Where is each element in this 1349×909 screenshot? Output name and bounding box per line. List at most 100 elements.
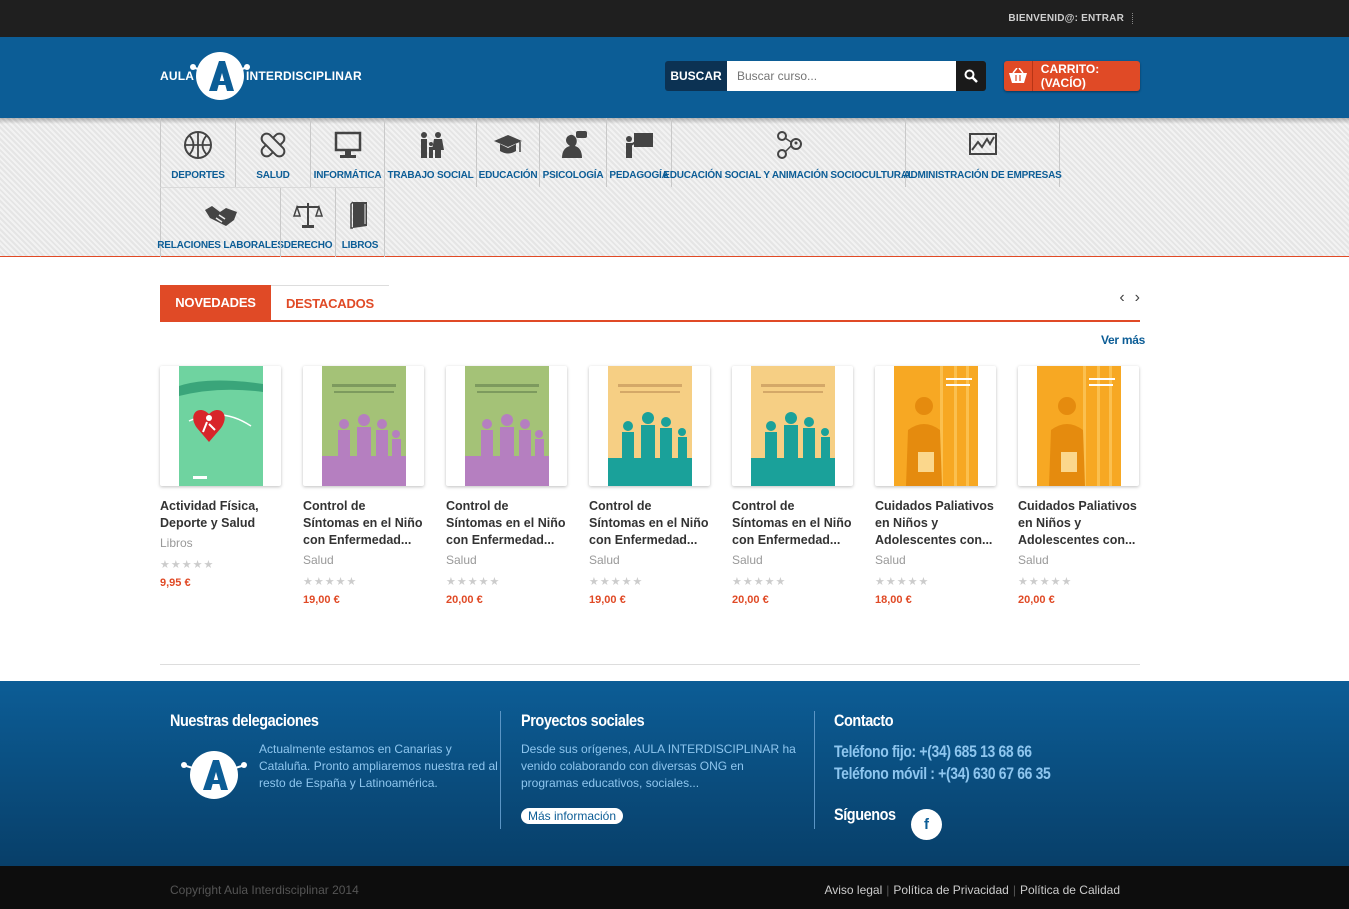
product-category: Salud (589, 553, 620, 567)
footer-divider (814, 711, 815, 829)
scales-icon (293, 203, 323, 228)
head-speech-icon (562, 131, 587, 158)
product-card[interactable]: Control de Síntomas en el Niño con Enfer… (446, 366, 567, 606)
category-trabajo-social[interactable]: TRABAJO SOCIAL (384, 118, 476, 187)
product-price: 20,00 € (446, 594, 483, 606)
logo-icon (181, 751, 247, 799)
footer-heading: Contacto (834, 711, 894, 730)
phone-mobile[interactable]: Teléfono móvil : +(34) 630 67 66 35 (834, 763, 1080, 785)
footer-heading: Nuestras delegaciones (170, 711, 319, 730)
product-price: 18,00 € (875, 594, 912, 606)
logo[interactable]: AULA INTERDISCIPLINAR (160, 49, 362, 103)
cart-button[interactable]: CARRITO:(VACÍO) (1004, 61, 1140, 91)
category-administracion-empresas[interactable]: ADMINISTRACIÓN DE EMPRESAS (903, 118, 1062, 187)
category-label: TRABAJO SOCIAL (387, 170, 474, 181)
category-nav: DEPORTES SALUD INFORMÁTICA TRABAJO SOCIA… (0, 118, 1349, 257)
privacy-policy-link[interactable]: Política de Privacidad (893, 883, 1008, 897)
category-informatica[interactable]: INFORMÁTICA (310, 118, 384, 187)
category-psicologia[interactable]: PSICOLOGÍA (539, 118, 606, 187)
search-input[interactable] (727, 61, 956, 91)
chevron-right-icon[interactable]: › (1135, 289, 1140, 307)
tab-novedades[interactable]: NOVEDADES (160, 285, 271, 320)
product-cover[interactable] (875, 366, 996, 486)
category-label: LIBROS (341, 240, 379, 251)
footer-heading: Proyectos sociales (521, 711, 645, 730)
rating-stars: ★★★★★ (446, 576, 501, 588)
product-cover[interactable] (1018, 366, 1139, 486)
product-name[interactable]: Control de Síntomas en el Niño con Enfer… (732, 498, 853, 549)
product-name[interactable]: Control de Síntomas en el Niño con Enfer… (589, 498, 710, 549)
product-card[interactable]: Actividad Física, Deporte y Salud Libros… (160, 366, 281, 606)
basket-icon (1004, 61, 1033, 91)
product-name[interactable]: Actividad Física, Deporte y Salud (160, 498, 281, 532)
footer: Nuestras delegaciones Actualmente estamo… (0, 681, 1349, 866)
search-bar: BUSCAR (665, 61, 986, 91)
product-cover[interactable] (303, 366, 424, 486)
rating-stars: ★★★★★ (1018, 576, 1073, 588)
legal-notice-link[interactable]: Aviso legal (824, 883, 882, 897)
product-cover[interactable] (589, 366, 710, 486)
category-deportes[interactable]: DEPORTES (160, 118, 235, 187)
handshake-icon (204, 206, 237, 226)
category-label: EDUCACIÓN (478, 170, 538, 181)
book-cover-image (1036, 366, 1121, 486)
basketball-icon (184, 131, 212, 159)
product-cover[interactable] (732, 366, 853, 486)
product-card[interactable]: Control de Síntomas en el Niño con Enfer… (303, 366, 424, 606)
product-name[interactable]: Control de Síntomas en el Niño con Enfer… (303, 498, 424, 549)
category-derecho[interactable]: DERECHO (280, 188, 335, 257)
book-cover-image (464, 366, 549, 486)
category-relaciones-laborales[interactable]: RELACIONES LABORALES (157, 188, 284, 257)
footer-text: Actualmente estamos en Canarias y Catalu… (259, 742, 498, 790)
search-icon (964, 69, 978, 83)
quality-policy-link[interactable]: Política de Calidad (1020, 883, 1120, 897)
product-category: Salud (303, 553, 334, 567)
login-link[interactable]: BIENVENID@: ENTRAR (1008, 13, 1133, 24)
teacher-board-icon (626, 133, 653, 158)
separator: | (1012, 883, 1016, 897)
category-educacion-social[interactable]: EDUCACIÓN SOCIAL Y ANIMACIÓN SOCIOCULTUR… (663, 118, 914, 187)
product-price: 19,00 € (589, 594, 626, 606)
category-label: ADMINISTRACIÓN DE EMPRESAS (903, 170, 1062, 181)
footer-delegaciones: Nuestras delegaciones Actualmente estamo… (170, 711, 500, 799)
product-card[interactable]: Control de Síntomas en el Niño con Enfer… (732, 366, 853, 606)
product-card[interactable]: Control de Síntomas en el Niño con Enfer… (589, 366, 710, 606)
product-card[interactable]: Cuidados Paliativos en Niños y Adolescen… (1018, 366, 1139, 606)
legal-links: Aviso legal | Política de Privacidad | Polít… (824, 883, 1120, 897)
product-name[interactable]: Cuidados Paliativos en Niños y Adolescen… (875, 498, 996, 549)
category-label: RELACIONES LABORALES (157, 240, 284, 251)
tab-destacados[interactable]: DESTACADOS (271, 285, 389, 320)
product-cover[interactable] (160, 366, 281, 486)
product-list: Actividad Física, Deporte y Salud Libros… (160, 366, 1139, 606)
search-button[interactable] (956, 61, 986, 91)
category-label: EDUCACIÓN SOCIAL Y ANIMACIÓN SOCIOCULTUR… (663, 170, 914, 181)
product-price: 9,95 € (160, 577, 191, 589)
product-category: Salud (732, 553, 763, 567)
bandage-icon (260, 132, 286, 158)
book-cover-image (893, 366, 978, 486)
product-card[interactable]: Cuidados Paliativos en Niños y Adolescen… (875, 366, 996, 606)
category-salud[interactable]: SALUD (235, 118, 310, 187)
category-educacion[interactable]: EDUCACIÓN (476, 118, 539, 187)
product-name[interactable]: Control de Síntomas en el Niño con Enfer… (446, 498, 567, 549)
logo-icon (190, 52, 250, 100)
category-label: DERECHO (283, 240, 333, 251)
book-icon (350, 201, 367, 229)
chevron-left-icon[interactable]: ‹ (1119, 289, 1124, 307)
divider (160, 664, 1140, 665)
product-name[interactable]: Cuidados Paliativos en Niños y Adolescen… (1018, 498, 1139, 549)
category-pedagogia[interactable]: PEDAGOGÍA (606, 118, 671, 187)
category-row-1: DEPORTES SALUD INFORMÁTICA TRABAJO SOCIA… (160, 118, 1062, 187)
phone-fixed[interactable]: Teléfono fijo: +(34) 685 13 68 66 (834, 741, 1080, 763)
category-libros[interactable]: LIBROS (335, 188, 385, 257)
more-info-button[interactable]: Más información (521, 808, 624, 824)
chart-icon (968, 133, 997, 155)
category-label: PEDAGOGÍA (609, 170, 669, 181)
book-cover-image (321, 366, 406, 486)
follow-heading: Síguenos (834, 805, 896, 824)
see-more-link[interactable]: Ver más (1101, 333, 1145, 347)
facebook-icon[interactable]: f (911, 809, 942, 840)
network-people-icon (776, 131, 802, 159)
product-cover[interactable] (446, 366, 567, 486)
product-tabs: NOVEDADES DESTACADOS ‹ › (160, 285, 1140, 322)
